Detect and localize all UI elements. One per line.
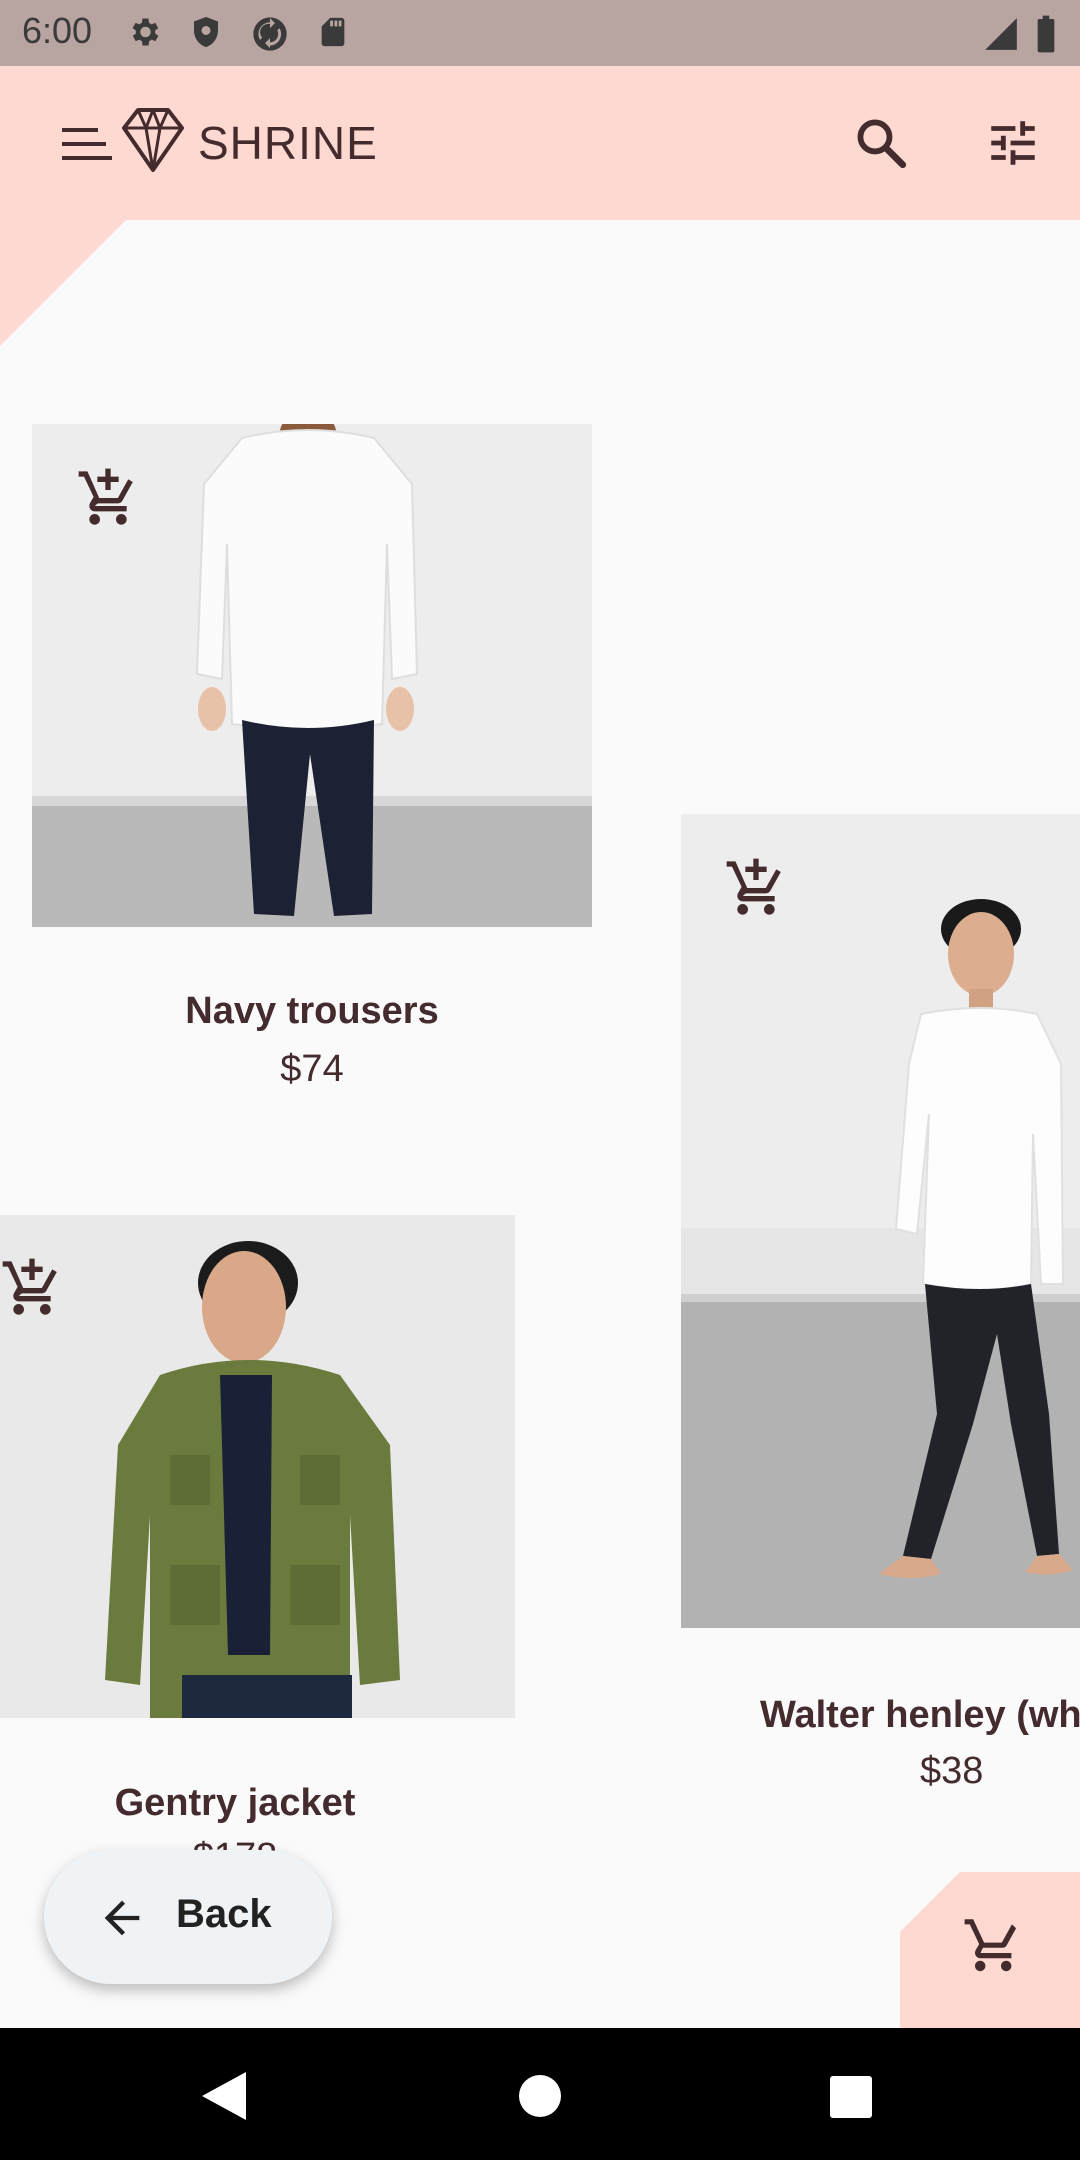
model-figure (879, 899, 1073, 1578)
back-button[interactable]: Back (44, 1850, 332, 1984)
tune-icon[interactable] (984, 114, 1042, 172)
nav-back-icon[interactable] (202, 2072, 246, 2120)
sync-icon (253, 17, 287, 51)
nav-home-icon[interactable] (518, 2074, 562, 2118)
system-navigation-bar (0, 2028, 1080, 2160)
status-bar: 6:00 (0, 0, 1080, 66)
add-to-cart-icon[interactable] (724, 856, 788, 920)
product-name: Navy trousers (185, 990, 439, 1032)
nav-recents-icon[interactable] (830, 2076, 872, 2118)
status-time: 6:00 (22, 10, 93, 51)
diamond-icon (122, 108, 184, 172)
settings-icon (132, 18, 159, 46)
shield-icon (194, 17, 218, 47)
app-bar: SHRINE (0, 66, 1080, 220)
arrow-back-icon (104, 1900, 140, 1936)
product-name: Walter henley (wh (760, 1694, 1080, 1736)
signal-icon (985, 18, 1017, 50)
add-to-cart-icon[interactable] (0, 1256, 64, 1320)
menu-icon[interactable] (60, 124, 112, 164)
back-label: Back (176, 1892, 272, 1936)
search-icon[interactable] (852, 114, 910, 172)
product-price: $74 (280, 1048, 344, 1090)
sd-card-icon (321, 17, 345, 47)
add-to-cart-icon[interactable] (76, 466, 140, 530)
battery-icon (1037, 15, 1055, 53)
product-image-gentry-jacket[interactable] (0, 1215, 515, 1718)
product-name: Gentry jacket (114, 1782, 356, 1824)
app-title: SHRINE (198, 117, 378, 169)
product-price: $38 (920, 1750, 984, 1792)
cart-button[interactable] (900, 1872, 1080, 2028)
backdrop-corner (0, 220, 126, 346)
product-photo (0, 1215, 515, 1718)
